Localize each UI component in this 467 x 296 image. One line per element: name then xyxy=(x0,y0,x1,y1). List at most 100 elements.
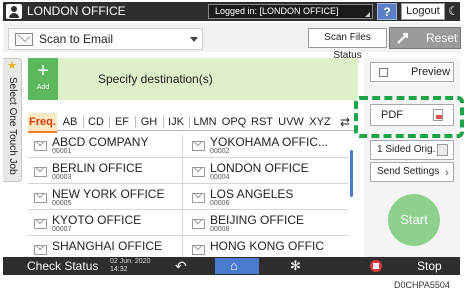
destination-entry[interactable]: LONDON OFFICE 00004 xyxy=(186,162,348,183)
home-icon: ⌂ xyxy=(230,258,238,273)
entry-name: SHANGHAI OFFICE xyxy=(52,240,163,253)
date-text: 02 Jun. 2020 xyxy=(110,258,151,265)
mail-icon xyxy=(192,141,205,151)
plus-icon: + xyxy=(37,60,49,82)
index-tab-ef[interactable]: EF xyxy=(111,113,133,131)
entry-number: 00008 xyxy=(210,226,230,233)
preview-label: Preview xyxy=(411,66,451,78)
entry-number: 00007 xyxy=(52,226,72,233)
index-separator xyxy=(135,116,136,128)
caption: D0CHPA5504 xyxy=(394,280,450,290)
settings-panel: Preview PDF 1 Sided Orig. Send Settings … xyxy=(364,58,460,258)
resize-corner-icon xyxy=(365,12,370,17)
one-touch-job-label: Select One Touch Job xyxy=(7,77,18,175)
add-destination-button[interactable]: + Add xyxy=(28,58,58,100)
chevron-down-icon xyxy=(190,37,198,42)
entry-number: 00001 xyxy=(52,148,72,155)
mail-icon xyxy=(34,193,47,203)
entry-name: ABCD COMPANY xyxy=(52,135,149,149)
mail-icon xyxy=(192,167,205,177)
home-button[interactable]: ⌂ xyxy=(215,258,259,274)
destination-entry[interactable]: LOS ANGELES 00006 xyxy=(186,188,348,209)
index-tab-ab[interactable]: AB xyxy=(59,113,81,131)
mail-icon xyxy=(34,141,47,151)
date-time: 02 Jun. 2020 14:32 xyxy=(110,258,150,274)
entry-number: 00003 xyxy=(52,174,72,181)
bottom-bar: Check Status 02 Jun. 2020 14:32 ↶ ⌂ ✻ St… xyxy=(3,257,460,275)
index-tab-ijk[interactable]: IJK xyxy=(165,113,187,131)
index-tab-opq[interactable]: OPQ xyxy=(220,113,248,131)
entry-name: KYOTO OFFICE xyxy=(52,213,142,227)
scrollbar[interactable] xyxy=(350,150,353,197)
gear-icon[interactable]: ✻ xyxy=(290,257,301,275)
start-button[interactable]: Start xyxy=(388,194,440,246)
index-separator xyxy=(109,116,110,128)
highlight-frame xyxy=(354,96,464,138)
entry-number: 00002 xyxy=(210,148,230,155)
table-row: NEW YORK OFFICE 00005 LOS ANGELES 00006 xyxy=(28,188,348,210)
mail-icon xyxy=(34,219,47,229)
destination-entry[interactable]: BERLIN OFFICE 00003 xyxy=(28,162,178,183)
index-tab-freq[interactable]: Freq. xyxy=(28,113,57,133)
destination-entry[interactable]: ABCD COMPANY 00001 xyxy=(28,136,178,157)
back-icon[interactable]: ↶ xyxy=(175,257,187,275)
header-right-group xyxy=(400,3,460,20)
index-separator xyxy=(189,116,190,128)
destination-panel: + Add Specify destination(s) Freq. AB CD… xyxy=(28,58,358,260)
sort-icon[interactable]: ⇄ xyxy=(336,113,354,131)
entry-name: HONG KONG OFFIC xyxy=(210,240,324,253)
time-text: 14:32 xyxy=(110,266,128,273)
index-separator xyxy=(163,116,164,128)
office-title: LONDON OFFICE xyxy=(27,4,126,18)
destination-entry[interactable]: YOKOHAMA OFFIC... 00002 xyxy=(186,136,348,157)
star-icon: ★ xyxy=(7,60,17,72)
entry-name: LONDON OFFICE xyxy=(210,161,309,175)
preview-toggle[interactable]: Preview xyxy=(370,62,454,82)
destination-entry[interactable]: NEW YORK OFFICE 00005 xyxy=(28,188,178,209)
send-settings-button[interactable]: Send Settings › xyxy=(370,162,454,182)
specify-destination-label: Specify destination(s) xyxy=(98,72,213,86)
preview-checkbox[interactable] xyxy=(379,68,388,77)
index-tab-xyz[interactable]: XYZ xyxy=(307,113,333,131)
mode-select[interactable]: Scan to Email xyxy=(8,28,203,50)
entry-number: 00005 xyxy=(52,200,72,207)
mode-label: Scan to Email xyxy=(39,32,114,46)
user-icon[interactable] xyxy=(6,4,22,19)
login-status[interactable]: Logged in: [LONDON OFFICE] xyxy=(208,4,373,19)
destination-entry[interactable]: KYOTO OFFICE 00007 xyxy=(28,214,178,235)
chevron-right-icon: › xyxy=(445,165,449,179)
original-sides-button[interactable]: 1 Sided Orig. xyxy=(370,140,454,160)
table-row: ABCD COMPANY 00001 YOKOHAMA OFFIC... 000… xyxy=(28,136,348,158)
entry-name: NEW YORK OFFICE xyxy=(52,187,165,201)
index-tab-lmn[interactable]: LMN xyxy=(191,113,219,131)
destination-entry[interactable]: BEIJING OFFICE 00008 xyxy=(186,214,348,235)
original-sides-label: 1 Sided Orig. xyxy=(377,144,436,155)
reset-button[interactable]: Reset xyxy=(389,27,461,49)
entry-number: 00004 xyxy=(210,174,230,181)
stop-button[interactable]: Stop xyxy=(417,257,442,275)
table-row: KYOTO OFFICE 00007 BEIJING OFFICE 00008 xyxy=(28,214,348,236)
mail-icon xyxy=(15,33,33,46)
table-row: BERLIN OFFICE 00003 LONDON OFFICE 00004 xyxy=(28,162,348,184)
scan-files-status-button[interactable]: Scan Files Status xyxy=(308,28,387,61)
index-tab-gh[interactable]: GH xyxy=(137,113,161,131)
index-tab-cd[interactable]: CD xyxy=(85,113,107,131)
mail-icon xyxy=(192,219,205,229)
help-button[interactable]: ? xyxy=(377,3,397,20)
stop-icon xyxy=(370,260,382,272)
entry-name: BEIJING OFFICE xyxy=(210,213,305,227)
destination-entry[interactable]: SHANGHAI OFFICE xyxy=(28,240,178,257)
mail-icon xyxy=(192,245,205,255)
index-tab-uvw[interactable]: UVW xyxy=(276,113,306,131)
entry-name: LOS ANGELES xyxy=(210,187,294,201)
destination-entry[interactable]: HONG KONG OFFIC xyxy=(186,240,348,257)
specify-destination-field[interactable]: Specify destination(s) xyxy=(58,58,358,100)
one-touch-job-tab[interactable]: ★ Select One Touch Job xyxy=(3,58,22,182)
index-tab-rst[interactable]: RST xyxy=(249,113,275,131)
login-status-text: Logged in: [LONDON OFFICE] xyxy=(215,6,339,16)
index-tab-bar: Freq. AB CD EF GH IJK LMN OPQ RST UVW XY… xyxy=(28,113,358,133)
check-status-button[interactable]: Check Status xyxy=(27,257,98,275)
mail-icon xyxy=(34,245,47,255)
reset-label: Reset xyxy=(426,31,458,45)
page-icon xyxy=(437,144,448,156)
